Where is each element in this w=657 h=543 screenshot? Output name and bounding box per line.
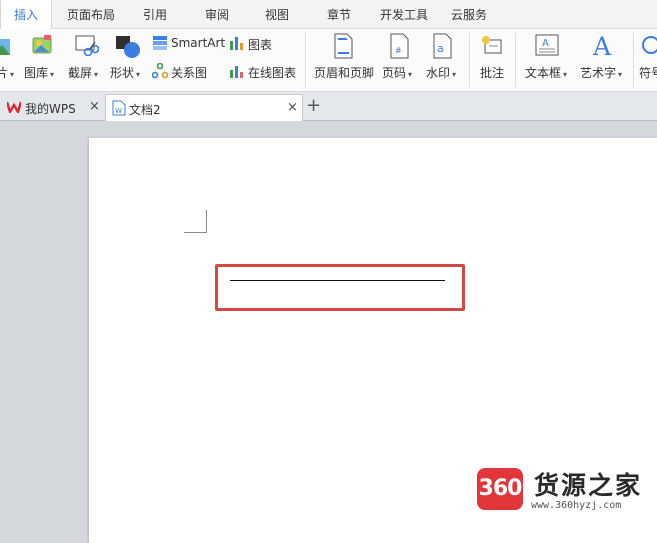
page-number-button[interactable]: # 页码 ▾ [380,29,418,89]
close-icon[interactable]: × [89,99,100,114]
margin-corner-mark [206,210,207,233]
margin-corner-mark [184,232,207,233]
highlight-box [215,264,465,311]
screenshot-label: 截屏 [68,66,93,80]
online-chart-icon [230,66,243,78]
watermark-title: 货源之家 [534,471,643,500]
chevron-down-icon: ▾ [10,70,15,79]
picture-button[interactable]: 片 ▾ [0,29,18,89]
watermark-icon: a [433,33,452,59]
ribbon-divider [633,33,634,87]
chart-label: 图表 [248,38,273,52]
wordart-label: 艺术字 [580,66,617,80]
shapes-label: 形状 [110,66,135,80]
page-number-icon: # [390,33,409,59]
comment-icon [482,36,502,54]
svg-text:#: # [395,46,402,55]
chevron-down-icon: ▾ [618,70,623,79]
online-chart-button[interactable]: 在线图表 [229,61,299,81]
svg-text:a: a [437,42,444,55]
header-footer-label: 页眉和页脚 [314,66,375,80]
close-icon[interactable]: × [287,100,298,115]
chevron-down-icon: ▾ [136,70,141,79]
wps-logo-icon [7,101,21,113]
wordart-icon: A [592,32,612,58]
screenshot-button[interactable]: 截屏 ▾ [66,29,104,89]
picture-icon [0,39,10,55]
textbox-label: 文本框 [525,66,562,80]
relation-icon [152,63,168,79]
gallery-icon [32,35,52,54]
gallery-label: 图库 [24,66,49,80]
tab-developer-tools[interactable]: 开发工具 [376,0,432,28]
shapes-button[interactable]: 形状 ▾ [108,29,148,89]
tab-document-2[interactable]: W 文档2 × [105,94,303,121]
svg-text:W: W [115,107,122,115]
tab-view[interactable]: 视图 [256,0,298,28]
tab-cloud-service[interactable]: 云服务 [446,0,492,28]
relation-label: 关系图 [171,66,208,80]
menu-bar: 插入 页面布局 引用 审阅 视图 章节 开发工具 云服务 [0,0,657,29]
ribbon: 片 ▾ 图库 ▾ 截屏 ▾ 形状 ▾ SmartArt 图表 关系图 在线图表 … [0,29,657,92]
header-footer-icon [334,33,353,59]
chart-button[interactable]: 图表 [229,33,277,53]
svg-text:A: A [542,38,549,49]
chart-icon [230,37,243,50]
chevron-down-icon: ▾ [94,70,99,79]
textbox-button[interactable]: A 文本框 ▾ [522,29,572,89]
scissors-icon [75,35,99,57]
smartart-icon [153,36,167,50]
tab-review[interactable]: 审阅 [196,0,238,28]
word-document-icon: W [112,100,126,116]
gallery-button[interactable]: 图库 ▾ [22,29,62,89]
tab-document-2-label: 文档2 [129,103,161,117]
tab-my-wps-label: 我的WPS [25,102,76,116]
page-number-label: 页码 [382,66,407,80]
textbox-icon: A [535,34,559,56]
chevron-down-icon: ▾ [50,70,55,79]
comment-label: 批注 [480,66,505,80]
tab-my-wps[interactable]: 我的WPS × [0,94,104,120]
symbol-label: 符号 [639,66,657,80]
watermark-url: www.360hyzj.com [531,500,622,511]
document-tab-bar: 我的WPS × W 文档2 × + [0,92,657,121]
ribbon-divider [515,33,516,87]
symbol-button[interactable]: 符号 [636,29,657,89]
smartart-button[interactable]: SmartArt [152,33,226,53]
chevron-down-icon: ▾ [408,70,413,79]
chevron-down-icon: ▾ [563,70,568,79]
watermark-label: 水印 [426,66,451,80]
tab-references[interactable]: 引用 [134,0,176,28]
watermark-logo-badge: 360 [477,468,523,510]
ribbon-divider [469,33,470,87]
picture-label: 片 [0,66,9,80]
online-chart-label: 在线图表 [248,66,297,80]
smartart-label: SmartArt [171,36,226,50]
header-footer-button[interactable]: 页眉和页脚 [312,29,376,89]
tab-page-layout[interactable]: 页面布局 [62,0,120,28]
new-tab-button[interactable]: + [306,95,321,116]
relation-chart-button[interactable]: 关系图 [152,61,212,81]
watermark-button[interactable]: a 水印 ▾ [424,29,462,89]
tab-chapter[interactable]: 章节 [318,0,360,28]
wordart-button[interactable]: A 艺术字 ▾ [578,29,628,89]
comment-button[interactable]: 批注 [474,29,510,89]
svg-text:A: A [592,32,612,58]
shapes-icon [116,36,140,58]
omega-icon [642,36,657,54]
tab-insert[interactable]: 插入 [0,0,52,29]
chevron-down-icon: ▾ [452,70,457,79]
ribbon-divider [305,33,306,87]
